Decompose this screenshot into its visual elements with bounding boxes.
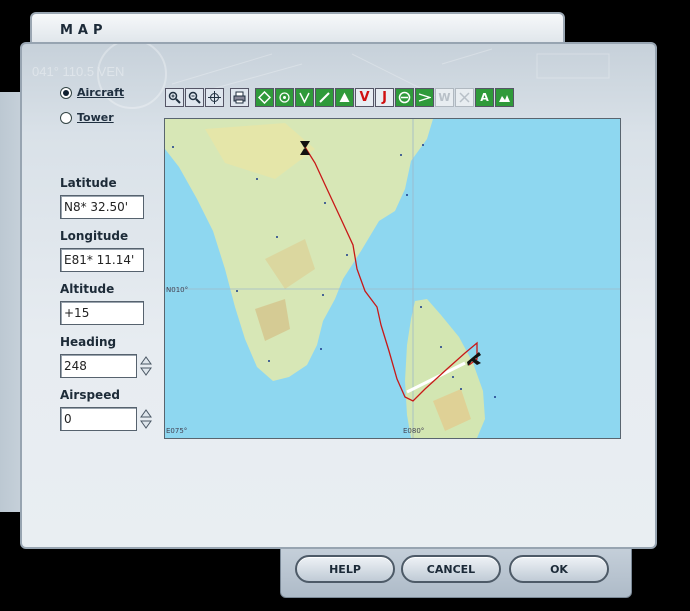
ok-button[interactable]: OK	[509, 555, 609, 583]
zoom-out-icon[interactable]	[185, 88, 204, 107]
intersection-icon[interactable]	[335, 88, 354, 107]
heading-spinner[interactable]	[140, 355, 152, 377]
close-weather-icon	[455, 88, 474, 107]
lon-left-label: E075°	[166, 427, 188, 435]
jet-airway-icon[interactable]: J	[375, 88, 394, 107]
latitude-field[interactable]: N8* 32.50'	[60, 195, 144, 219]
map-view[interactable]: N010° E075° E080°	[164, 118, 621, 439]
help-button[interactable]: HELP	[295, 555, 395, 583]
altitude-label: Altitude	[60, 282, 115, 296]
radio-tower-button[interactable]	[60, 111, 72, 124]
weather-icon: W	[435, 88, 454, 107]
airspeed-spinner[interactable]	[140, 408, 152, 430]
title-tab: MAP	[30, 12, 565, 46]
background-decoration: 041° 110.5 VEN	[32, 44, 610, 109]
tower-radio[interactable]: Tower	[60, 111, 114, 124]
terrain-icon[interactable]	[495, 88, 514, 107]
airspeed-label: Airspeed	[60, 388, 120, 402]
map-dialog: 041° 110.5 VEN Aircraft Tower Latitude N…	[20, 42, 657, 549]
print-icon[interactable]	[230, 88, 249, 107]
center-aircraft-icon[interactable]	[205, 88, 224, 107]
runway-icon[interactable]	[315, 88, 334, 107]
svg-text:041° 110.5 VEN: 041° 110.5 VEN	[32, 64, 124, 79]
window-title: MAP	[60, 23, 108, 38]
map-toolbar: VJ W A	[165, 88, 514, 108]
airport-icon[interactable]	[395, 88, 414, 107]
altitude-field[interactable]: +15	[60, 301, 144, 325]
tower-radio-label: Tower	[77, 111, 114, 124]
longitude-label: Longitude	[60, 229, 129, 243]
text-labels-icon[interactable]: A	[475, 88, 494, 107]
aircraft-radio[interactable]: Aircraft	[60, 86, 124, 99]
ndb-icon[interactable]	[275, 88, 294, 107]
lon-right-label: E080°	[403, 427, 425, 435]
ils-icon[interactable]	[295, 88, 314, 107]
lat-gridline-label: N010°	[166, 286, 189, 294]
approach-icon[interactable]	[415, 88, 434, 107]
longitude-field[interactable]: E81* 11.14'	[60, 248, 144, 272]
map-canvas[interactable]	[165, 119, 620, 438]
heading-field[interactable]: 248	[60, 354, 137, 378]
heading-label: Heading	[60, 335, 117, 349]
aircraft-radio-label: Aircraft	[77, 86, 125, 99]
zoom-in-icon[interactable]	[165, 88, 184, 107]
vor-icon[interactable]	[255, 88, 274, 107]
radio-aircraft-button[interactable]	[60, 86, 72, 99]
airspeed-field[interactable]: 0	[60, 407, 137, 431]
latitude-label: Latitude	[60, 176, 117, 190]
victor-airway-icon[interactable]: V	[355, 88, 374, 107]
cancel-button[interactable]: CANCEL	[401, 555, 501, 583]
